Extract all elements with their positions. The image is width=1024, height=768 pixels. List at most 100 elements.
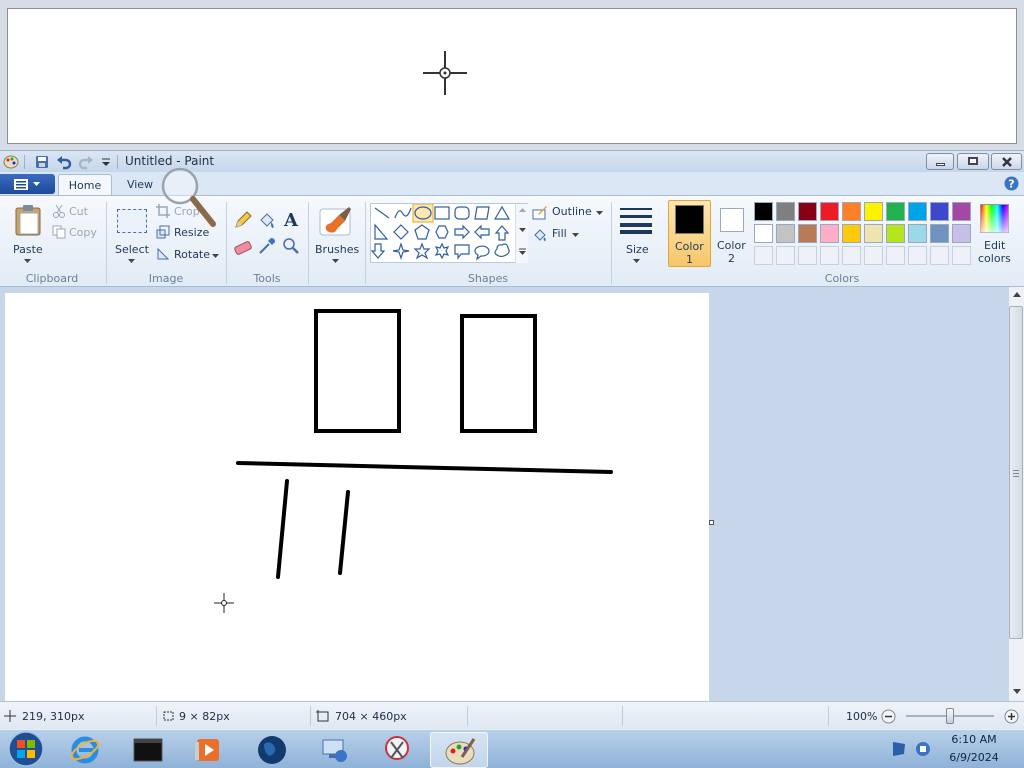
custom-color-slot[interactable] [776, 246, 795, 265]
paste-button[interactable]: Paste [6, 200, 50, 268]
taskbar-snipping-tool[interactable] [368, 732, 426, 768]
fill-bucket-icon[interactable] [257, 210, 277, 230]
palette-swatch[interactable] [886, 224, 905, 243]
taskbar-internet-explorer[interactable] [56, 732, 114, 768]
shape-hexagon-icon[interactable] [435, 225, 449, 239]
palette-swatch[interactable] [864, 224, 883, 243]
clock-date[interactable]: 6/9/2024 [944, 751, 1004, 764]
customize-qat-icon[interactable] [98, 154, 114, 170]
text-icon[interactable]: A [281, 209, 301, 229]
shapes-scroll[interactable] [515, 204, 528, 263]
shape-right-triangle-icon[interactable] [374, 223, 389, 240]
tab-home[interactable]: Home [58, 174, 112, 195]
chevron-down-icon[interactable] [519, 228, 526, 232]
tab-view[interactable]: View [118, 174, 162, 195]
scroll-down-icon[interactable] [1013, 689, 1021, 694]
custom-color-slot[interactable] [864, 246, 883, 265]
close-button[interactable] [991, 153, 1022, 170]
shape-left-arrow-icon[interactable] [474, 224, 490, 240]
minimize-button[interactable] [926, 153, 954, 170]
palette-swatch[interactable] [754, 224, 773, 243]
vertical-scroll-thumb[interactable] [1009, 306, 1023, 639]
help-icon[interactable]: ? [1004, 176, 1019, 191]
shape-four-point-star-icon[interactable] [392, 242, 410, 260]
palette-swatch[interactable] [776, 202, 795, 221]
custom-color-slot[interactable] [908, 246, 927, 265]
drawing-canvas[interactable] [5, 293, 709, 701]
shape-down-arrow-icon[interactable] [371, 243, 386, 259]
paint-menu-button[interactable] [0, 174, 55, 194]
shape-diamond-icon[interactable] [393, 224, 409, 240]
pencil-icon[interactable] [233, 210, 253, 230]
palette-swatch[interactable] [798, 202, 817, 221]
palette-swatch[interactable] [908, 202, 927, 221]
taskbar-paint[interactable] [430, 732, 488, 768]
taskbar-media-player[interactable] [180, 732, 238, 768]
palette-swatch[interactable] [820, 202, 839, 221]
taskbar-globe[interactable] [243, 732, 301, 768]
action-center-flag-icon[interactable] [890, 740, 908, 758]
outline-button[interactable]: Outline [532, 203, 606, 221]
rotate-button[interactable]: Rotate [156, 246, 220, 264]
shape-line-icon[interactable] [374, 207, 390, 219]
maximize-button[interactable] [957, 153, 989, 170]
taskbar-network-tool[interactable] [304, 732, 362, 768]
palette-swatch[interactable] [842, 224, 861, 243]
color-picker-icon[interactable] [257, 236, 277, 256]
palette-swatch[interactable] [886, 202, 905, 221]
shape-triangle-icon[interactable] [493, 205, 511, 220]
shape-rect-callout-icon[interactable] [454, 244, 470, 260]
edit-colors-button[interactable]: Edit colors [976, 200, 1014, 267]
redo-icon[interactable] [78, 154, 94, 170]
gallery-expand-icon[interactable] [519, 248, 526, 255]
color2-button[interactable]: Color 2 [712, 200, 752, 267]
shape-up-arrow-icon[interactable] [494, 225, 510, 241]
shape-rounded-rectangle-icon[interactable] [454, 206, 470, 220]
palette-swatch[interactable] [930, 202, 949, 221]
shape-six-point-star-icon[interactable] [434, 242, 450, 260]
shape-curve-icon[interactable] [394, 207, 412, 219]
zoom-out-icon[interactable] [881, 709, 896, 724]
custom-color-slot[interactable] [842, 246, 861, 265]
palette-swatch[interactable] [930, 224, 949, 243]
shape-cloud-callout-icon[interactable] [494, 243, 510, 258]
size-button[interactable]: Size [614, 200, 658, 268]
start-orb-icon[interactable] [4, 730, 48, 768]
select-button[interactable]: Select [112, 200, 152, 268]
brushes-button[interactable]: Brushes [312, 200, 360, 268]
palette-swatch[interactable] [952, 224, 971, 243]
shape-polygon-icon[interactable] [474, 206, 490, 220]
taskbar-command-prompt[interactable] [119, 732, 177, 768]
zoom-in-icon[interactable] [1004, 709, 1019, 724]
palette-swatch[interactable] [776, 224, 795, 243]
shape-five-point-star-icon[interactable] [413, 242, 431, 260]
fill-button[interactable]: Fill [532, 225, 592, 243]
shape-pentagon-icon[interactable] [414, 224, 430, 240]
zoom-slider-thumb[interactable] [946, 708, 954, 724]
palette-swatch[interactable] [864, 202, 883, 221]
palette-swatch[interactable] [952, 202, 971, 221]
color1-button[interactable]: Color 1 [668, 200, 711, 267]
palette-swatch[interactable] [820, 224, 839, 243]
magnifier-icon[interactable] [281, 236, 301, 256]
palette-swatch[interactable] [798, 224, 817, 243]
cut-button[interactable]: Cut [52, 203, 102, 221]
network-status-icon[interactable] [914, 740, 932, 758]
palette-swatch[interactable] [842, 202, 861, 221]
scroll-up-icon[interactable] [1013, 292, 1021, 297]
custom-color-slot[interactable] [798, 246, 817, 265]
custom-color-slot[interactable] [886, 246, 905, 265]
copy-button[interactable]: Copy [52, 224, 102, 242]
undo-icon[interactable] [56, 154, 72, 170]
shape-oval-callout-icon[interactable] [474, 245, 490, 261]
eraser-icon[interactable] [233, 236, 253, 256]
save-icon[interactable] [34, 154, 50, 170]
custom-color-slot[interactable] [754, 246, 773, 265]
clock-time[interactable]: 6:10 AM [944, 733, 1004, 746]
custom-color-slot[interactable] [820, 246, 839, 265]
palette-swatch[interactable] [754, 202, 773, 221]
custom-color-slot[interactable] [952, 246, 971, 265]
custom-color-slot[interactable] [930, 246, 949, 265]
shape-right-arrow-icon[interactable] [454, 224, 470, 240]
chevron-up-icon[interactable] [519, 208, 526, 212]
